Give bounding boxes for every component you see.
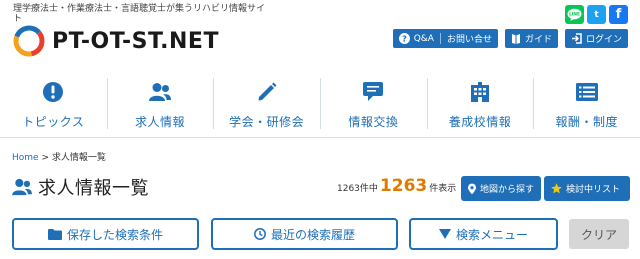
count-number: 1263 xyxy=(379,176,428,196)
nav-schools[interactable]: 養成校情報 xyxy=(426,72,534,137)
star-icon xyxy=(551,183,562,194)
twitter-icon: t xyxy=(594,9,599,20)
question-icon: ? xyxy=(398,33,410,44)
line-icon-text: LINE xyxy=(569,12,580,18)
nav-schools-label: 養成校情報 xyxy=(448,114,512,129)
result-count: 1263件中 1263 件表示 xyxy=(337,176,456,196)
facebook-share-button[interactable]: f xyxy=(609,5,628,24)
login-icon xyxy=(571,33,582,44)
search-history-label: 最近の検索履歴 xyxy=(270,227,355,242)
pencil-icon xyxy=(256,80,278,104)
clear-button[interactable]: クリア xyxy=(569,219,629,249)
comment-icon xyxy=(362,80,384,104)
line-icon: LINE xyxy=(567,8,582,21)
breadcrumb: Home > 求人情報一覧 xyxy=(12,150,106,163)
social-links: LINE t f xyxy=(565,5,628,24)
breadcrumb-separator: > xyxy=(41,153,49,163)
guide-button[interactable]: ガイド xyxy=(504,29,558,48)
page-title: 求人情報一覧 xyxy=(12,174,149,200)
nav-seminars[interactable]: 学会・研修会 xyxy=(213,72,320,137)
svg-text:?: ? xyxy=(402,34,407,43)
map-search-button[interactable]: 地図から探す xyxy=(461,176,541,201)
search-menu-button[interactable]: 検索メニュー xyxy=(409,218,558,250)
building-icon xyxy=(469,80,491,104)
page-title-text: 求人情報一覧 xyxy=(38,178,149,199)
map-search-label: 地図から探す xyxy=(479,185,534,195)
saved-search-label: 保存した検索条件 xyxy=(66,227,163,242)
nav-fees[interactable]: 報酬・制度 xyxy=(533,72,640,137)
folder-icon xyxy=(47,228,62,240)
clock-icon xyxy=(254,228,266,240)
header-buttons: ? Q&A お問い合せ ガイド ログイン xyxy=(392,29,628,48)
guide-label: ガイド xyxy=(524,35,552,45)
consider-list-label: 検討中リスト xyxy=(566,185,621,195)
contact-label[interactable]: お問い合せ xyxy=(447,32,492,45)
guide-book-icon xyxy=(511,34,520,44)
search-menu-label: 検索メニュー xyxy=(455,227,528,242)
nav-fees-label: 報酬・制度 xyxy=(555,114,618,129)
list-document-icon xyxy=(575,80,599,104)
logo-mark-icon xyxy=(13,25,45,57)
divider xyxy=(439,33,441,44)
nav-seminars-label: 学会・研修会 xyxy=(229,114,305,129)
login-label: ログイン xyxy=(585,35,622,45)
qa-label[interactable]: Q&A xyxy=(414,34,434,44)
nav-topics-label: トピックス xyxy=(22,114,85,129)
nav-jobs[interactable]: 求人情報 xyxy=(106,72,214,137)
users-icon xyxy=(12,178,32,196)
line-share-button[interactable]: LINE xyxy=(565,5,584,24)
nav-exchange-label: 情報交換 xyxy=(348,114,399,129)
qa-contact-button[interactable]: ? Q&A お問い合せ xyxy=(392,29,498,48)
saved-search-button[interactable]: 保存した検索条件 xyxy=(12,218,199,250)
breadcrumb-home[interactable]: Home xyxy=(12,153,39,163)
exclamation-circle-icon xyxy=(42,80,64,104)
triangle-down-icon xyxy=(438,229,451,239)
site-tagline: 理学療法士・作業療法士・言語聴覚士が集うリハビリ情報サイト xyxy=(13,4,266,24)
logo-text: PT-OT-ST.NET xyxy=(52,28,219,54)
nav-jobs-label: 求人情報 xyxy=(135,114,186,129)
breadcrumb-current: 求人情報一覧 xyxy=(51,153,106,163)
facebook-icon: f xyxy=(615,7,622,22)
consider-list-button[interactable]: 検討中リスト xyxy=(544,176,630,201)
clear-label: クリア xyxy=(580,227,617,242)
map-pin-icon xyxy=(468,183,476,194)
count-prefix: 1263件中 xyxy=(337,184,378,194)
twitter-share-button[interactable]: t xyxy=(587,5,606,24)
login-button[interactable]: ログイン xyxy=(564,29,628,48)
site-logo[interactable]: PT-OT-ST.NET xyxy=(12,24,219,58)
count-suffix: 件表示 xyxy=(429,184,457,194)
users-icon xyxy=(149,80,171,104)
nav-exchange[interactable]: 情報交換 xyxy=(320,72,427,137)
search-history-button[interactable]: 最近の検索履歴 xyxy=(211,218,398,250)
main-nav: トピックス 求人情報 学会・研修会 情報交換 養成校情報 報酬・制度 xyxy=(0,72,640,138)
nav-topics[interactable]: トピックス xyxy=(0,72,107,137)
